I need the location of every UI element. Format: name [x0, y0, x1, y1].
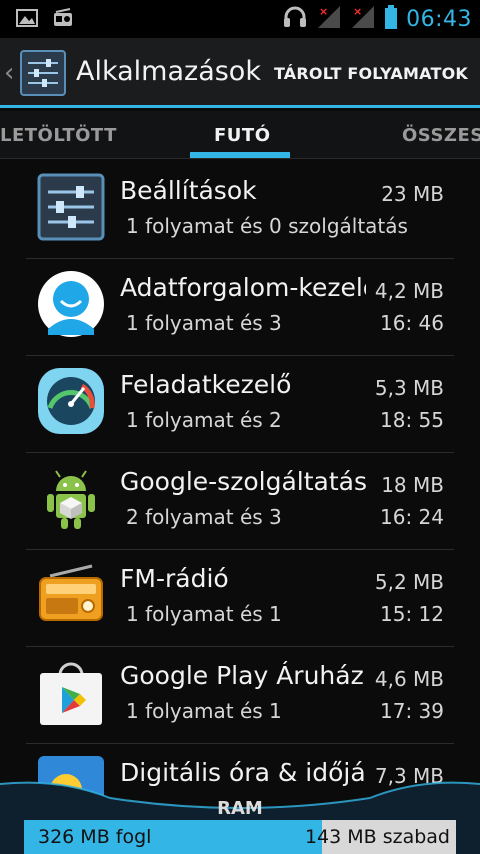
- app-details: 1 folyamat és 2: [126, 408, 282, 432]
- tab-all[interactable]: ÖSSZES: [402, 125, 480, 146]
- clock: 06:43: [406, 6, 472, 32]
- gauge-icon: [36, 366, 106, 436]
- user-avatar-icon: [36, 269, 106, 339]
- app-name: Google-szolgáltatások: [120, 467, 366, 496]
- app-size: 5,3 MB: [374, 376, 444, 400]
- settings-sliders-icon[interactable]: [20, 50, 66, 96]
- app-name: Google Play Áruház: [120, 661, 364, 690]
- battery-icon: [384, 4, 398, 34]
- app-name: Feladatkezelő: [120, 370, 292, 399]
- page-title: Alkalmazások: [76, 56, 261, 87]
- tab-running[interactable]: FUTÓ: [214, 125, 271, 146]
- android-robot-icon: [36, 463, 106, 533]
- app-runtime: 17: 39: [380, 699, 444, 723]
- app-size: 4,6 MB: [374, 667, 444, 691]
- ram-label: RAM: [217, 798, 263, 819]
- app-details: 1 folyamat és 0 szolgáltatás: [126, 214, 408, 238]
- app-name: Adatforgalom-kezelő: [120, 273, 366, 302]
- app-size: 18 MB: [381, 473, 444, 497]
- list-item[interactable]: FM-rádió 5,2 MB 1 folyamat és 1 15: 12: [26, 550, 454, 647]
- signal-no-service-icon: ×: [316, 4, 342, 34]
- list-item[interactable]: Beállítások 23 MB 1 folyamat és 0 szolgá…: [26, 162, 454, 259]
- list-item[interactable]: Google-szolgáltatások 18 MB 2 folyamat é…: [26, 453, 454, 550]
- tab-indicator: [190, 152, 290, 158]
- running-apps-list: Beállítások 23 MB 1 folyamat és 0 szolgá…: [0, 162, 480, 841]
- app-size: 23 MB: [381, 182, 444, 206]
- list-item[interactable]: Adatforgalom-kezelő 4,2 MB 1 folyamat és…: [26, 259, 454, 356]
- list-item[interactable]: Google Play Áruház 4,6 MB 1 folyamat és …: [26, 647, 454, 744]
- app-runtime: 15: 12: [380, 602, 444, 626]
- headset-icon: [282, 4, 308, 34]
- tab-downloaded[interactable]: LETÖLTÖTT: [0, 125, 117, 146]
- back-chevron-icon[interactable]: ‹: [4, 60, 18, 86]
- svg-text:×: ×: [353, 5, 362, 18]
- status-bar: × × 06:43: [0, 0, 480, 38]
- tab-bar: LETÖLTÖTT FUTÓ ÖSSZES: [0, 111, 480, 159]
- app-details: 1 folyamat és 1: [126, 602, 282, 626]
- settings-sliders-icon: [36, 172, 106, 242]
- app-runtime: 18: 55: [380, 408, 444, 432]
- app-size: 4,2 MB: [374, 279, 444, 303]
- signal-no-service-icon: ×: [350, 4, 376, 34]
- radio-icon: [52, 8, 74, 32]
- app-runtime: 16: 46: [380, 311, 444, 335]
- play-store-bag-icon: [36, 657, 106, 727]
- app-name: Beállítások: [120, 176, 257, 205]
- radio-icon: [36, 560, 106, 630]
- app-size: 5,2 MB: [374, 570, 444, 594]
- cached-processes-button[interactable]: TÁROLT FOLYAMATOK: [274, 64, 468, 83]
- ram-free-text: 143 MB szabad: [304, 826, 450, 848]
- app-details: 1 folyamat és 1: [126, 699, 282, 723]
- image-icon: [16, 8, 38, 32]
- app-details: 2 folyamat és 3: [126, 505, 282, 529]
- svg-text:×: ×: [319, 5, 328, 18]
- app-details: 1 folyamat és 3: [126, 311, 282, 335]
- ram-usage-bar: 326 MB fogl 143 MB szabad: [24, 820, 456, 854]
- ram-used-text: 326 MB fogl: [38, 826, 152, 848]
- action-bar: ‹ Alkalmazások TÁROLT FOLYAMATOK: [0, 38, 480, 108]
- app-runtime: 16: 24: [380, 505, 444, 529]
- app-name: FM-rádió: [120, 564, 229, 593]
- list-item[interactable]: Feladatkezelő 5,3 MB 1 folyamat és 2 18:…: [26, 356, 454, 453]
